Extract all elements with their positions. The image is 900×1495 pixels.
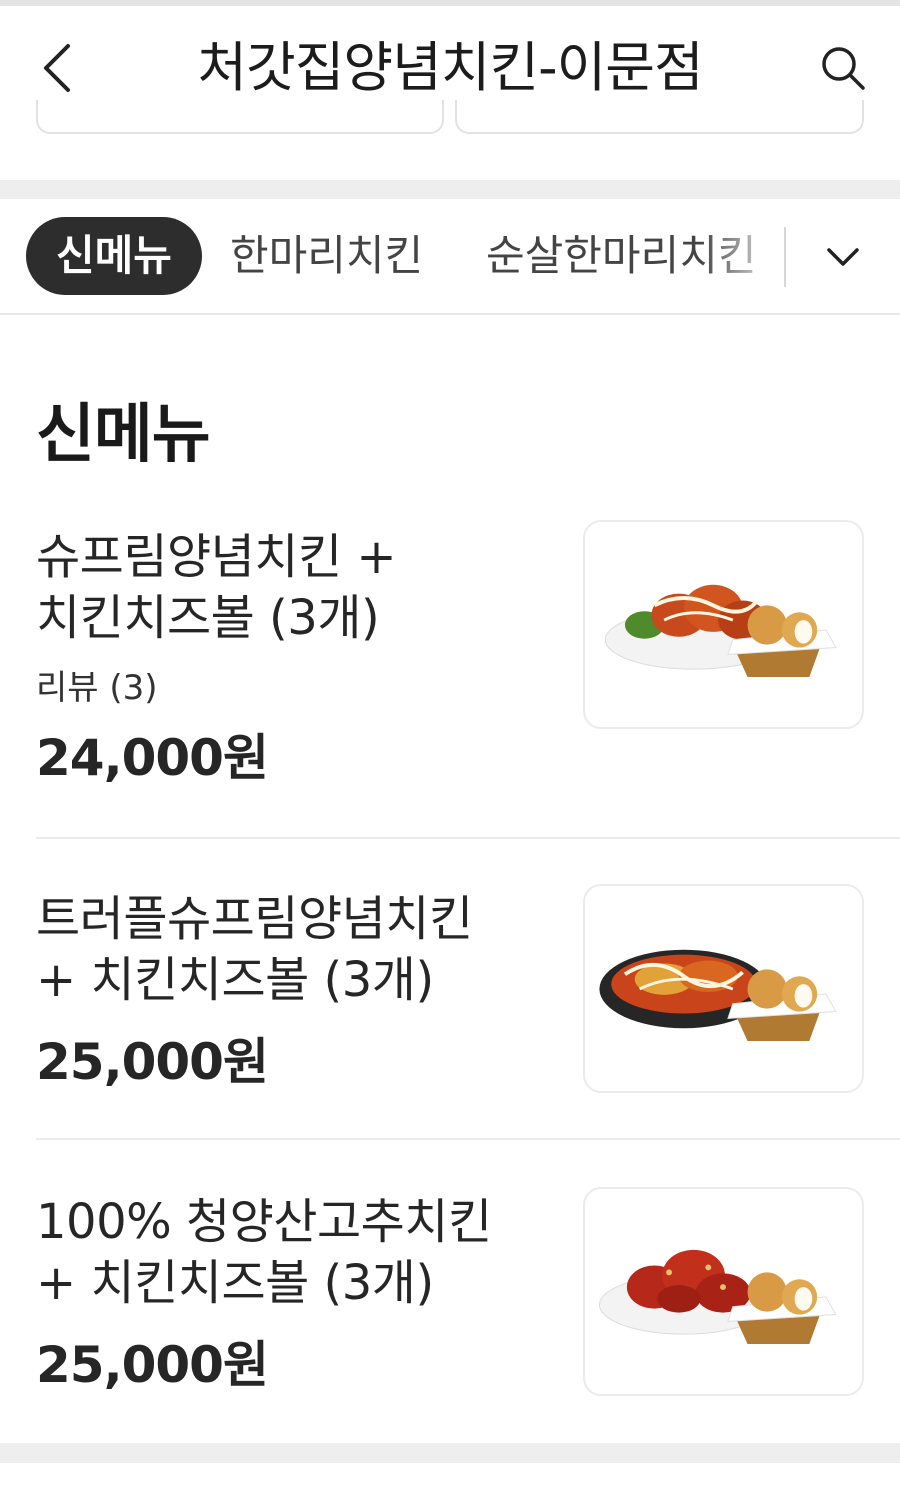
chevron-left-icon — [44, 44, 70, 92]
menu-item-image — [583, 884, 864, 1093]
chicken-plate-image — [604, 584, 837, 677]
menu-item-image — [583, 1187, 864, 1396]
back-button[interactable] — [30, 36, 86, 100]
section-separator — [0, 180, 900, 199]
menu-item-name: + 치킨치즈볼 (3개) — [36, 952, 434, 1008]
tab-whole-chicken[interactable]: 한마리치킨 — [230, 217, 423, 295]
menu-item-name: 치킨치즈볼 (3개) — [36, 590, 380, 646]
menu-item-price: 25,000원 — [36, 1033, 269, 1091]
menu-item[interactable]: 트러플슈프림양념치킨 + 치킨치즈볼 (3개) 25,000원 — [0, 884, 900, 1124]
tab-boneless-chicken[interactable]: 순살한마리치킨 — [486, 217, 756, 295]
tab-divider — [784, 227, 786, 287]
category-tab-bar: 신메뉴 한마리치킨 순살한마리치킨 — [0, 199, 900, 315]
section-title: 신메뉴 — [36, 398, 211, 472]
chevron-down-icon — [827, 248, 859, 266]
menu-item-name: 트러플슈프림양념치킨 — [36, 891, 473, 947]
info-button-left[interactable] — [36, 100, 444, 134]
info-button-right[interactable] — [455, 100, 864, 134]
chicken-pan-image — [599, 949, 837, 1041]
search-icon — [822, 47, 865, 90]
search-button[interactable] — [812, 36, 874, 100]
section-separator — [0, 1443, 900, 1463]
menu-item-reviews: 리뷰 (3) — [36, 668, 158, 708]
menu-item-image — [583, 520, 864, 729]
item-divider — [36, 837, 900, 839]
menu-item-name: 슈프림양념치킨 + — [36, 529, 397, 585]
menu-item[interactable]: 슈프림양념치킨 + 치킨치즈볼 (3개) 리뷰 (3) 24,000원 — [0, 520, 900, 820]
tab-scroller[interactable]: 신메뉴 한마리치킨 순살한마리치킨 — [0, 199, 785, 313]
page-title: 처갓집양념치킨-이문점 — [197, 36, 703, 99]
expand-tabs-button[interactable] — [812, 229, 874, 285]
tab-new-menu[interactable]: 신메뉴 — [26, 217, 202, 295]
item-divider — [36, 1138, 900, 1140]
menu-item-price: 25,000원 — [36, 1336, 269, 1394]
spicy-chicken-image — [598, 1249, 837, 1344]
menu-item[interactable]: 100% 청양산고추치킨 + 치킨치즈볼 (3개) 25,000원 — [0, 1187, 900, 1427]
menu-item-price: 24,000원 — [36, 729, 269, 787]
menu-item-name: 100% 청양산고추치킨 — [36, 1194, 492, 1250]
menu-item-name: + 치킨치즈볼 (3개) — [36, 1255, 434, 1311]
